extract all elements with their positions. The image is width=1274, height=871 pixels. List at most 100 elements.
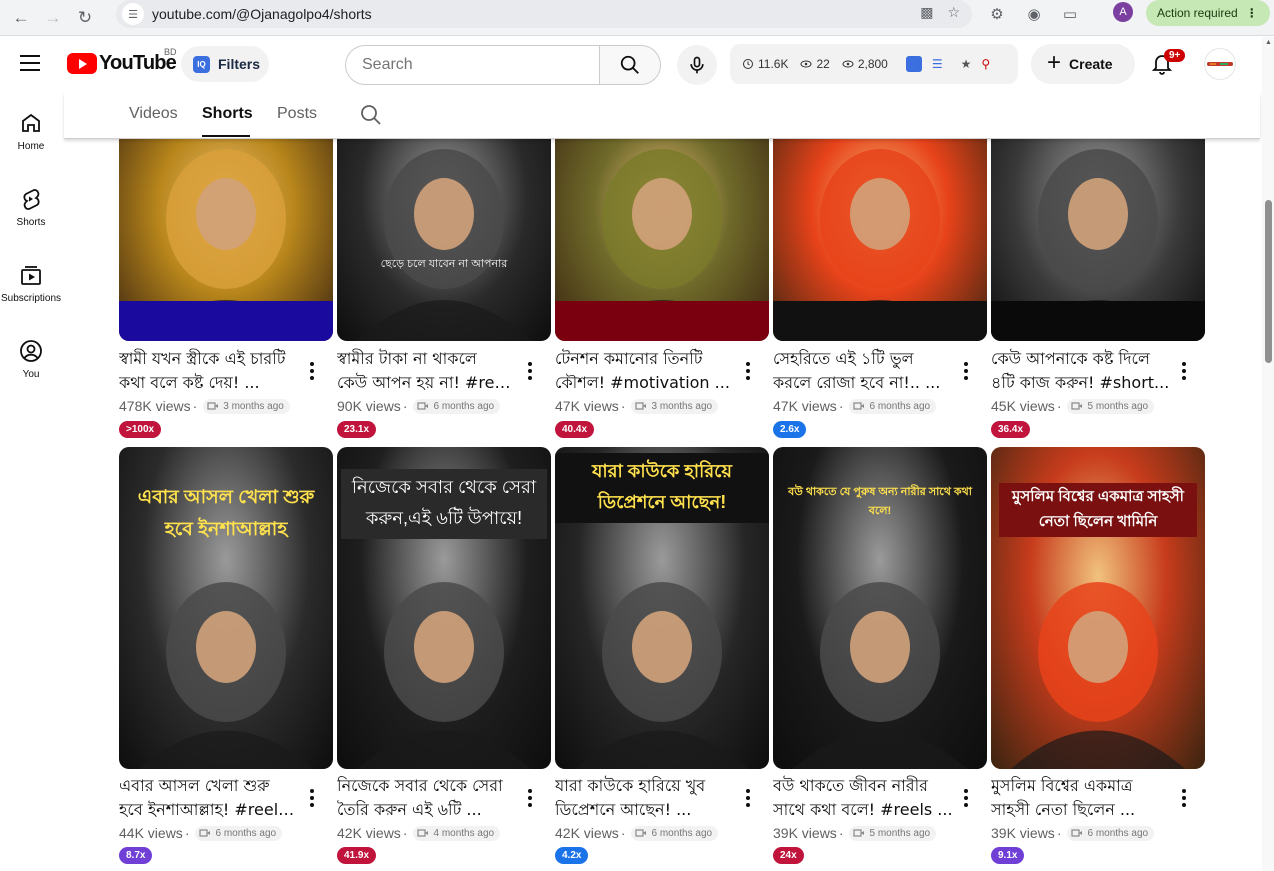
scrollbar-thumb[interactable] [1265,200,1272,363]
short-title[interactable]: বউ থাকতে জীবন নারীর সাথে কথা বলে! #reels … [773,774,953,822]
reload-icon[interactable]: ↻ [74,7,96,29]
action-required-button[interactable]: Action required ⋮ [1146,0,1270,26]
short-title-line: যারা কাউকে হারিয়ে খুব [555,776,706,795]
youtube-logo[interactable]: YouTube BD [67,47,177,75]
short-thumbnail[interactable]: নিজেকে সবার থেকে সেরা করুন,এই ৬টি উপায়ে… [337,447,551,769]
more-vert-icon[interactable] [1177,359,1191,383]
upload-age-chip: 3 months ago [631,398,719,414]
browser-profile-avatar[interactable]: A [1113,2,1133,22]
short-title[interactable]: স্বামী যখন স্ত্রীকে এই চারটি কথা বলে কষ্ট… [119,347,299,395]
film-icon [635,829,647,837]
short-thumbnail[interactable] [773,119,987,341]
action-required-label: Action required [1157,6,1238,20]
short-title[interactable]: এবার আসল খেলা শুরু হবে ইনশাআল্লাহ! #reels… [119,774,299,822]
search-box[interactable] [345,45,599,85]
site-info-icon[interactable]: ☰ [122,3,144,25]
view-count: 42K views [337,825,401,841]
voice-search-button[interactable] [677,45,717,85]
create-button[interactable]: + Create [1031,44,1135,84]
short-thumbnail[interactable]: ছেড়ে চলে যাবেন না আপনার [337,119,551,341]
film-icon [853,402,865,410]
extension-icon[interactable]: ⚙ [986,3,1008,25]
short-thumbnail[interactable]: মুসলিম বিশ্বের একমাত্র সাহসী নেতা ছিলেন … [991,447,1205,769]
eye-icon [842,60,854,68]
vidiq-icon[interactable] [905,56,922,72]
watching-stat: 22 [800,57,830,71]
extensions-puzzle-icon[interactable]: ▭ [1059,3,1081,25]
upload-age: 6 months ago [651,827,713,839]
view-count: 39K views [773,825,837,841]
scroll-up-arrow-icon[interactable]: ▲ [1265,39,1272,46]
short-title[interactable]: নিজেকে সবার থেকে সেরা তৈরি করুন এই ৬টি ..… [337,774,517,822]
install-app-icon[interactable]: ▩ [920,4,933,21]
upload-age: 6 months ago [1087,827,1149,839]
more-vert-icon[interactable] [305,786,319,810]
short-thumbnail[interactable] [991,119,1205,341]
more-vert-icon[interactable] [1177,786,1191,810]
vph-badge: >100x [119,421,162,438]
short-thumbnail[interactable]: এবার আসল খেলা শুরু হবে ইনশাআল্লাহ [119,447,333,769]
short-meta: 42K views · 4 months ago [337,825,501,841]
more-vert-icon[interactable] [305,359,319,383]
short-title[interactable]: স্বামীর টাকা না থাকলে কেউ আপন হয় না! #re… [337,347,517,395]
short-title-line: করলে রোজা হবে না!.. ... [773,373,941,392]
short-title[interactable]: মুসলিম বিশ্বের একমাত্র সাহসী নেতা ছিলেন .… [991,774,1171,822]
short-title[interactable]: টেনশন কমানোর তিনটি কৌশল! #motivation ... [555,347,735,395]
upload-age: 4 months ago [433,827,495,839]
sidebar-item-subscriptions[interactable]: Subscriptions [0,263,62,333]
channel-logo [1207,62,1233,66]
sidebar-item-you[interactable]: You [0,339,62,409]
more-vert-icon[interactable] [959,786,973,810]
short-meta: 478K views · 3 months ago [119,398,290,414]
tab-videos[interactable]: Videos [129,105,178,123]
views-stat: 2,800 [842,57,888,71]
short-title-line: সাথে কথা বলে! #reels ... [773,800,953,819]
short-title[interactable]: কেউ আপনাকে কষ্ট দিলে ৪টি কাজ করুন! #short… [991,347,1171,395]
list-icon[interactable]: ☰ [932,57,943,71]
you-icon [20,340,42,362]
back-arrow-icon[interactable]: ← [10,7,32,29]
short-thumbnail[interactable] [119,119,333,341]
separator-dot: · [620,825,626,841]
search-button[interactable] [599,45,661,85]
address-bar[interactable]: ☰ youtube.com/@Ojanagolpo4/shorts ▩ ☆ [116,0,972,28]
thumbnail-overlay-text: বউ থাকতে যে পুরুষ অন্য নারীর সাথে কথা বল… [788,486,972,517]
search-input[interactable] [362,56,582,74]
upload-age: 6 months ago [869,400,931,412]
short-title[interactable]: যারা কাউকে হারিয়ে খুব ডিপ্রেশনে আছেন! ..… [555,774,735,822]
more-vert-icon[interactable] [523,359,537,383]
short-thumbnail[interactable] [555,119,769,341]
more-vert-icon[interactable] [741,786,755,810]
short-thumbnail[interactable]: বউ থাকতে যে পুরুষ অন্য নারীর সাথে কথা বল… [773,447,987,769]
menu-icon[interactable] [20,55,40,71]
url-text[interactable]: youtube.com/@Ojanagolpo4/shorts [152,6,372,22]
separator-dot: · [620,398,626,414]
forward-arrow-icon[interactable]: → [42,7,64,29]
sidebar-item-label: Home [17,141,45,152]
tab-posts[interactable]: Posts [277,105,317,123]
short-thumbnail[interactable]: যারা কাউকে হারিয়ে ডিপ্রেশনে আছেন! [555,447,769,769]
more-vert-icon[interactable] [523,786,537,810]
trophy-icon[interactable]: ★ [961,57,972,71]
more-vert-icon[interactable] [959,359,973,383]
channel-stats-widget[interactable]: 11.6K 22 2,800 ☰ ★ ⚲ [730,44,1018,84]
extension-colorful-icon[interactable]: ◉ [1023,3,1045,25]
account-avatar[interactable] [1204,48,1236,80]
separator-dot: · [402,825,408,841]
pin-icon[interactable]: ⚲ [981,57,990,71]
film-icon [417,402,429,410]
sidebar-item-label: Shorts [16,217,46,228]
page-scrollbar[interactable]: ▲ [1262,37,1274,871]
short-title[interactable]: সেহরিতে এই ১টি ভুল করলে রোজা হবে না!.. ..… [773,347,953,395]
upload-age-chip: 5 months ago [849,825,937,841]
channel-search-icon[interactable] [359,103,383,127]
thumbnail-overlay-text: এবার আসল খেলা শুরু হবে ইনশাআল্লাহ [137,487,315,540]
upload-age: 6 months ago [433,400,495,412]
filters-button[interactable]: IQ Filters [181,46,269,82]
bookmark-star-icon[interactable]: ☆ [947,4,960,21]
more-vert-icon[interactable] [741,359,755,383]
sidebar-item-home[interactable]: Home [0,111,62,181]
tab-shorts[interactable]: Shorts [202,105,253,123]
short-title-line: ডিপ্রেশনে আছেন! ... [555,800,692,819]
sidebar-item-shorts[interactable]: Shorts [0,187,62,257]
